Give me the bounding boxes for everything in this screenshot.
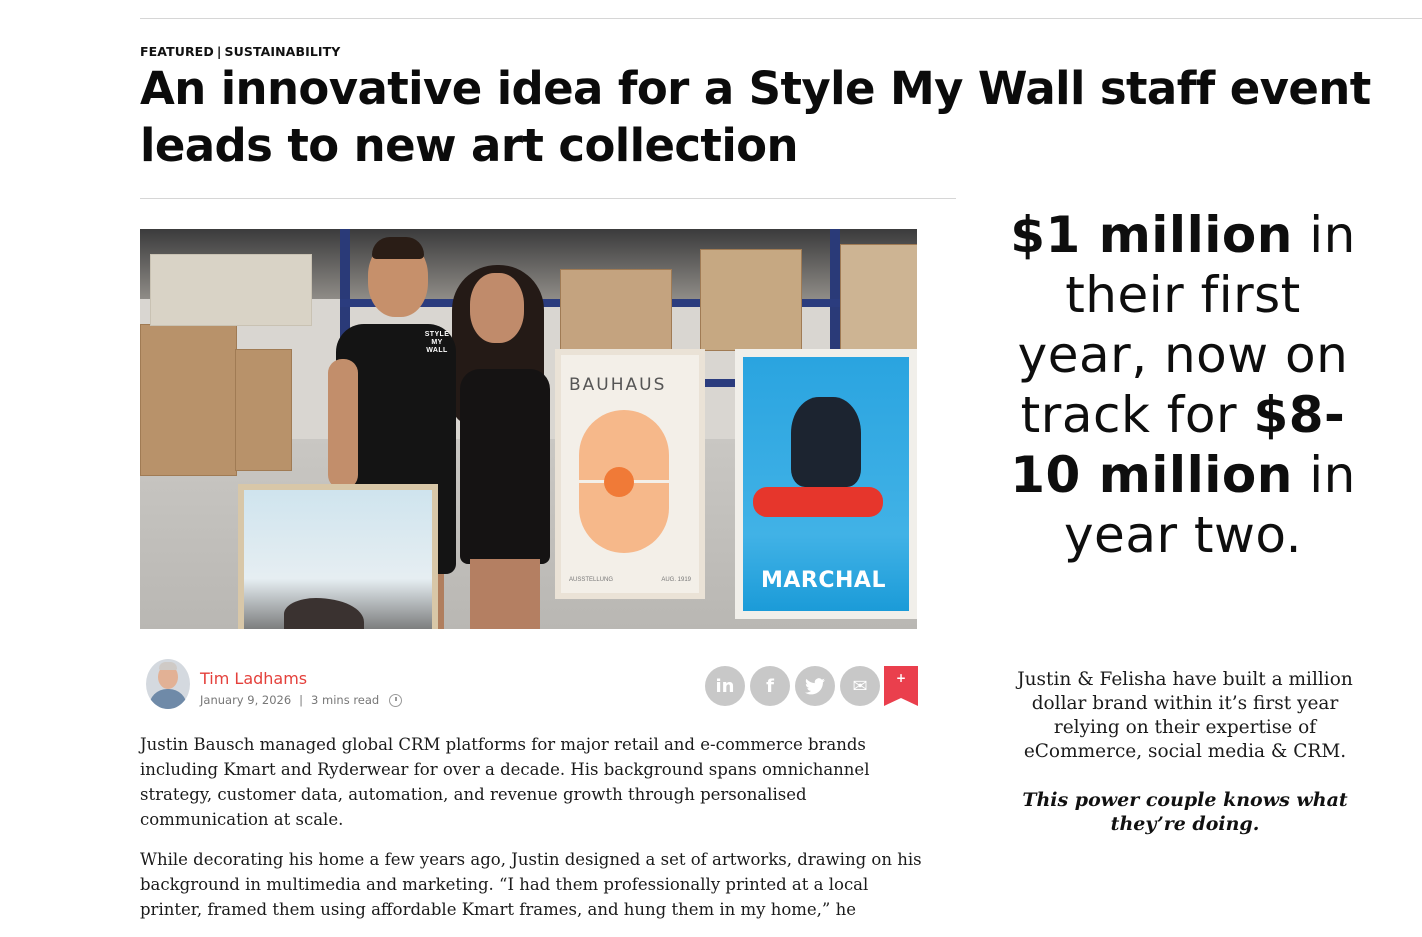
sidebar-promo-headline: $1 million in their first year, now on t… xyxy=(1000,205,1366,565)
share-buttons: in f ✉ xyxy=(705,666,880,706)
cardboard-box xyxy=(235,349,292,471)
hero-image: BAUHAUS AUSSTELLUNG AUG. 1919 MARCHAL ST… xyxy=(140,229,917,629)
marchal-poster-art: MARCHAL xyxy=(743,357,909,611)
article-paragraph: While decorating his home a few years ag… xyxy=(140,850,922,919)
cardboard-box xyxy=(140,324,237,476)
woman-face xyxy=(470,273,524,343)
author-avatar[interactable] xyxy=(146,659,190,709)
avatar-torso xyxy=(149,689,187,709)
linkedin-share-button[interactable]: in xyxy=(705,666,745,706)
author-meta: January 9, 2026 | 3 mins read xyxy=(200,693,403,707)
bauhaus-poster-title: BAUHAUS xyxy=(569,375,667,395)
marchal-poster: MARCHAL xyxy=(735,349,917,619)
meta-divider: | xyxy=(299,693,304,707)
poster-car xyxy=(753,487,883,517)
twitter-share-button[interactable] xyxy=(795,666,835,706)
avatar-hair xyxy=(159,662,177,670)
read-time: 3 mins read xyxy=(311,693,380,707)
bauhaus-poster: BAUHAUS AUSSTELLUNG AUG. 1919 xyxy=(555,349,705,599)
twitter-icon xyxy=(805,677,825,694)
marchal-poster-title: MARCHAL xyxy=(761,568,886,593)
sidebar-description: Justin & Felisha have built a million do… xyxy=(1017,669,1353,762)
article-body: Justin Bausch managed global CRM platfor… xyxy=(140,732,930,937)
landscape-art xyxy=(244,490,432,629)
cardboard-box xyxy=(560,269,672,361)
bauhaus-poster-footer-left: AUSSTELLUNG xyxy=(569,577,614,583)
poster-cat xyxy=(791,397,861,487)
poster-dot xyxy=(604,467,634,497)
author-name-link[interactable]: Tim Ladhams xyxy=(200,669,307,688)
shirt-logo: STYLE MY WALL xyxy=(424,331,450,354)
category-separator: | xyxy=(216,44,222,59)
article-headline: An innovative idea for a Style My Wall s… xyxy=(140,62,1371,172)
author-row: Tim Ladhams January 9, 2026 | 3 mins rea… xyxy=(142,659,918,713)
facebook-icon: f xyxy=(766,675,774,697)
headline-divider xyxy=(140,198,956,199)
email-share-button[interactable]: ✉ xyxy=(840,666,880,706)
bookmark-button[interactable]: + xyxy=(884,666,918,706)
publish-date: January 9, 2026 xyxy=(200,693,292,707)
category-sustainability[interactable]: SUSTAINABILITY xyxy=(224,44,340,59)
man-arm xyxy=(328,359,358,489)
rock xyxy=(284,598,364,629)
category-featured[interactable]: FEATURED xyxy=(140,44,214,59)
email-icon: ✉ xyxy=(852,675,868,697)
clock-icon xyxy=(389,693,403,707)
article-paragraph: Justin Bausch managed global CRM platfor… xyxy=(140,735,870,829)
bauhaus-poster-footer-right: AUG. 1919 xyxy=(661,577,691,583)
category-links: FEATURED | SUSTAINABILITY xyxy=(140,44,340,59)
facebook-share-button[interactable]: f xyxy=(750,666,790,706)
woman-dress xyxy=(460,369,550,564)
wrapped-pallet xyxy=(150,254,312,326)
top-divider xyxy=(140,18,1422,19)
promo-bold-first: $1 million xyxy=(1010,206,1293,264)
woman-legs xyxy=(470,559,540,629)
framed-landscape-print xyxy=(238,484,438,629)
man-hair xyxy=(372,237,424,259)
linkedin-icon: in xyxy=(715,675,735,697)
cardboard-box xyxy=(840,244,917,351)
sidebar-tagline: This power couple knows what they’re doi… xyxy=(1022,789,1348,835)
cardboard-box xyxy=(700,249,802,351)
